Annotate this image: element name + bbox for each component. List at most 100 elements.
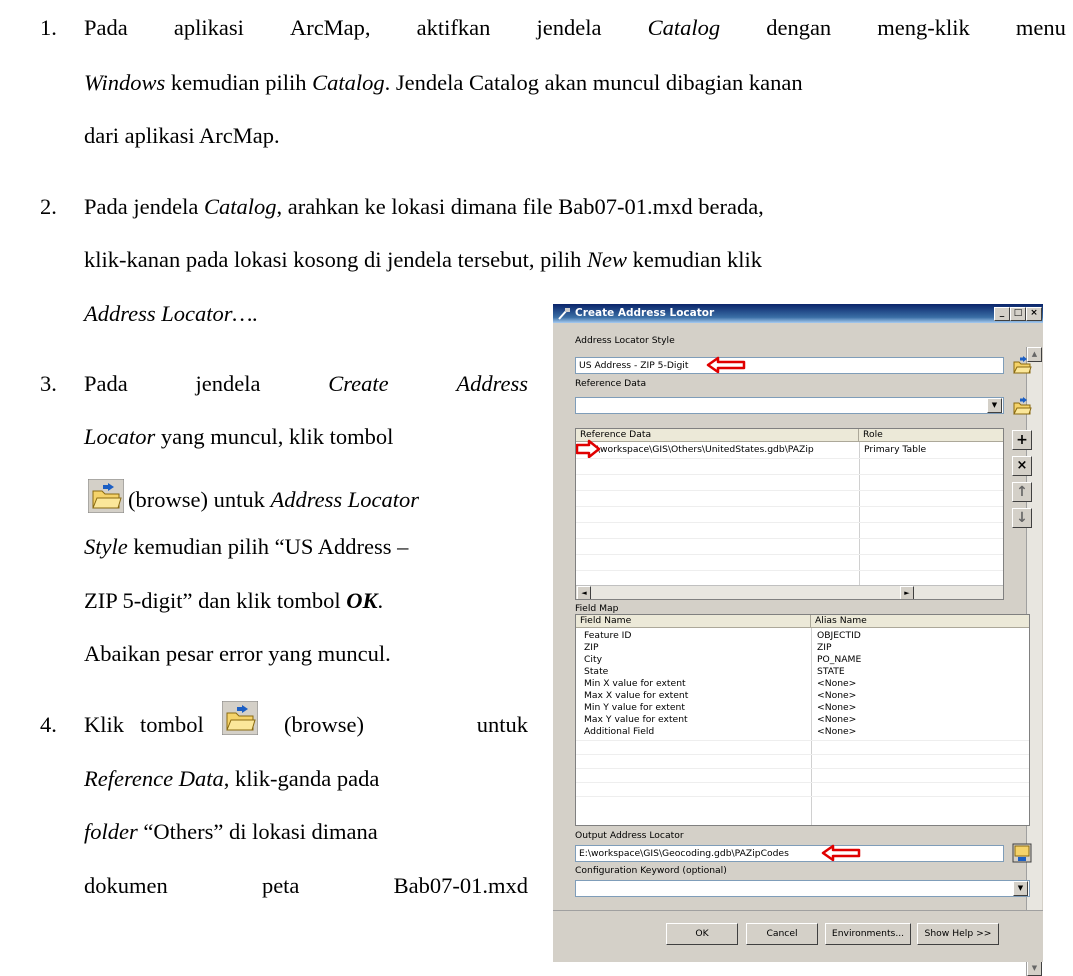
style-browse-icon[interactable] — [1012, 355, 1032, 375]
field-row-alias[interactable]: STATE — [817, 666, 845, 677]
column-divider — [859, 442, 860, 587]
word: (browse) — [284, 712, 364, 737]
field-row-name[interactable]: Max X value for extent — [584, 690, 688, 701]
maximize-button[interactable]: □ — [1010, 307, 1026, 321]
field-map-table: Field Name Alias Name Feature ID OBJECTID… — [575, 614, 1030, 826]
scroll-right-arrow[interactable]: ► — [900, 586, 914, 599]
environments-button[interactable]: Environments... — [825, 923, 911, 945]
ref-row-path[interactable]: E:\workspace\GIS\Others\UnitedStates.gdb… — [588, 444, 814, 455]
field-row-alias[interactable]: <None> — [817, 690, 856, 701]
grid-line — [576, 490, 1003, 491]
text: Catalog — [312, 70, 385, 95]
refdata-select[interactable] — [575, 397, 1004, 414]
text: Catalog — [203, 194, 277, 219]
field-row-alias[interactable]: <None> — [817, 714, 856, 725]
create-address-locator-dialog: Create Address Locator _ □ × ▲ ▼ Address… — [553, 304, 1073, 976]
text: klik-kanan pada lokasi kosong di jendela… — [84, 247, 588, 272]
field-row-alias[interactable]: <None> — [817, 726, 856, 737]
field-row-name[interactable]: Min Y value for extent — [584, 702, 685, 713]
field-row-alias[interactable]: OBJECTID — [817, 630, 861, 641]
red-arrow-icon — [706, 356, 746, 374]
word: dokumen — [84, 873, 168, 898]
text: Reference Data — [84, 766, 224, 791]
word: untuk — [476, 712, 528, 737]
ok-button[interactable]: OK — [666, 923, 738, 945]
move-up-button[interactable]: ↑ — [1012, 482, 1032, 502]
folder-browse-icon — [222, 701, 258, 735]
red-arrow-icon — [576, 439, 601, 459]
minimize-button[interactable]: _ — [994, 307, 1010, 321]
text: Pada jendela — [84, 194, 204, 219]
field-row-name[interactable]: Min X value for extent — [584, 678, 686, 689]
config-select[interactable] — [575, 880, 1030, 897]
close-button[interactable]: × — [1026, 307, 1042, 321]
text: , klik-ganda pada — [223, 766, 380, 791]
ref-header-role[interactable]: Role — [859, 429, 1003, 442]
move-down-button[interactable]: ↓ — [1012, 508, 1032, 528]
ref-row-role[interactable]: Primary Table — [864, 444, 926, 455]
word: Pada — [84, 15, 128, 40]
field-row-name[interactable]: Additional Field — [584, 726, 654, 737]
scroll-left-arrow[interactable]: ◄ — [577, 586, 591, 599]
cancel-button[interactable]: Cancel — [746, 923, 818, 945]
output-input[interactable]: E:\workspace\GIS\Geocoding.gdb\PAZipCode… — [575, 845, 1004, 862]
field-row-alias[interactable]: <None> — [817, 702, 856, 713]
grid-line — [576, 506, 1003, 507]
reference-data-table: Reference Data Role E:\workspace\GIS\Oth… — [575, 428, 1004, 600]
refdata-browse-icon[interactable] — [1012, 396, 1032, 416]
field-row-name[interactable]: Feature ID — [584, 630, 631, 641]
document-page: 1. Pada aplikasi ArcMap, aktifkan jendel… — [0, 0, 1073, 976]
word: aplikasi — [173, 15, 244, 40]
word: dengan — [766, 15, 832, 40]
field-row-name[interactable]: ZIP — [584, 642, 599, 653]
field-row-name[interactable]: City — [584, 654, 602, 665]
grid-line — [576, 782, 1029, 783]
text: folder — [84, 819, 138, 844]
output-save-icon[interactable] — [1012, 843, 1032, 863]
add-button[interactable]: + — [1012, 430, 1032, 450]
text: . — [377, 588, 384, 613]
field-header-name[interactable]: Field Name — [576, 615, 811, 628]
grid-line — [576, 538, 1003, 539]
config-label: Configuration Keyword (optional) — [575, 865, 727, 876]
field-row-alias[interactable]: <None> — [817, 678, 856, 689]
output-label: Output Address Locator — [575, 830, 684, 841]
text: (browse) untuk — [128, 487, 271, 512]
word: Create — [328, 371, 389, 396]
text: kemudian klik — [627, 247, 763, 272]
field-row-name[interactable]: Max Y value for extent — [584, 714, 688, 725]
field-row-alias[interactable]: PO_NAME — [817, 654, 861, 665]
word: peta — [261, 873, 300, 898]
dialog-title-bar[interactable]: Create Address Locator _ □ × — [553, 304, 1043, 323]
dialog-title: Create Address Locator — [575, 307, 715, 319]
item-4-number: 4. — [40, 712, 57, 737]
refdata-label: Reference Data — [575, 378, 647, 389]
item-3-line-5: ZIP 5-digit” dan klik tombol OK. — [84, 587, 383, 615]
remove-button[interactable]: × — [1012, 456, 1032, 476]
item-3-line-1: Pada jendela Create Address — [84, 370, 528, 398]
horizontal-scrollbar[interactable]: ◄ ► — [576, 585, 1003, 599]
refdata-dropdown-arrow[interactable]: ▼ — [987, 398, 1002, 413]
item-1-number: 1. — [40, 15, 57, 40]
red-arrow-icon — [821, 844, 861, 862]
item-2-line-2: klik-kanan pada lokasi kosong di jendela… — [84, 246, 762, 274]
field-header-alias[interactable]: Alias Name — [811, 615, 1029, 628]
ref-header-reference-data[interactable]: Reference Data — [576, 429, 859, 442]
scroll-down-arrow[interactable]: ▼ — [1027, 961, 1042, 976]
folder-browse-icon — [88, 479, 124, 513]
word: jendela — [536, 15, 602, 40]
grid-line — [576, 522, 1003, 523]
grid-line — [576, 570, 1003, 571]
grid-line — [576, 458, 1003, 459]
style-input[interactable]: US Address - ZIP 5-Digit — [575, 357, 1004, 374]
text: New — [587, 247, 628, 272]
field-row-alias[interactable]: ZIP — [817, 642, 832, 653]
field-row-name[interactable]: State — [584, 666, 608, 677]
word: Klik — [84, 712, 125, 737]
text: kemudian pilih “US Address – — [127, 534, 409, 559]
item-3-line-6: Abaikan pesar error yang muncul. — [84, 641, 391, 666]
text: yang muncul, klik tombol — [155, 424, 394, 449]
show-help-button[interactable]: Show Help >> — [917, 923, 999, 945]
grid-line — [576, 554, 1003, 555]
config-dropdown-arrow[interactable]: ▼ — [1013, 881, 1028, 896]
